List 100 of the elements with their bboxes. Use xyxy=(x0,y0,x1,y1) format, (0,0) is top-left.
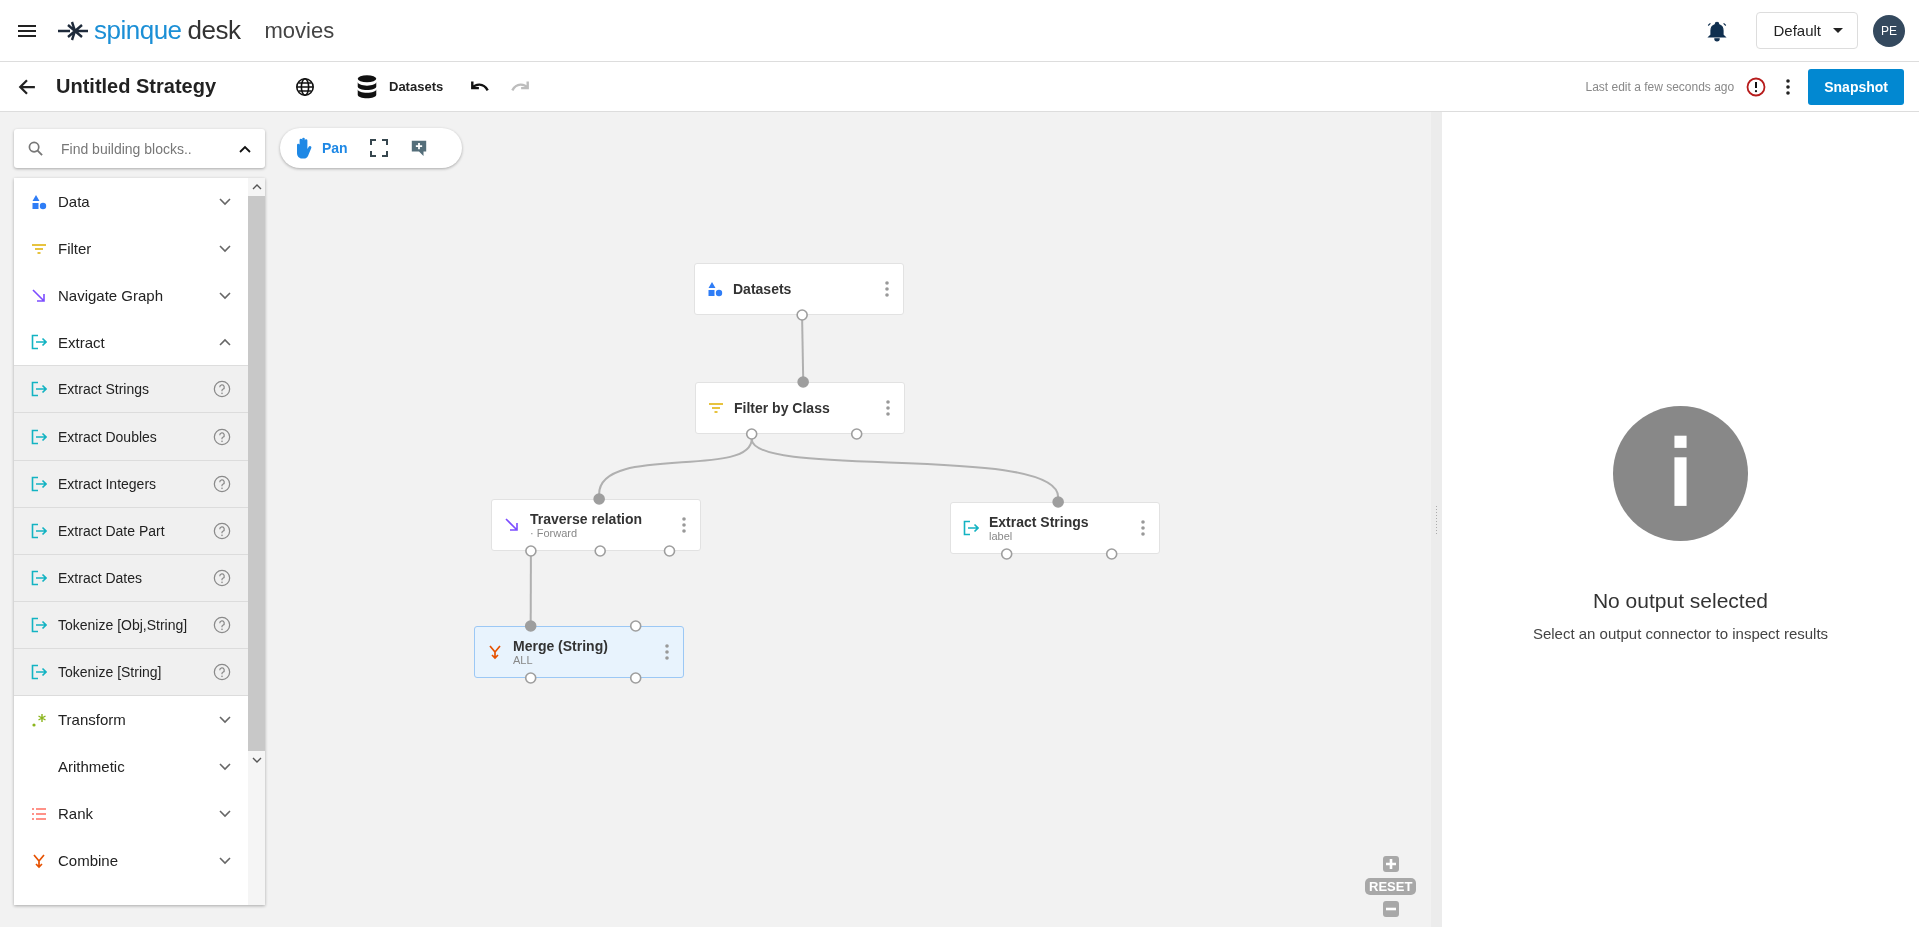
output-port[interactable] xyxy=(796,309,808,321)
brand-name: spinque xyxy=(94,15,182,46)
datasets-button[interactable]: Datasets xyxy=(357,74,444,99)
output-port[interactable] xyxy=(745,428,758,440)
bell-icon[interactable] xyxy=(1706,19,1729,42)
resize-handle[interactable] xyxy=(1431,112,1442,927)
node-subtitle: label xyxy=(989,530,1014,542)
node-subtitle: ALL xyxy=(513,654,534,666)
scrollbar[interactable] xyxy=(248,178,265,905)
chevron-icon[interactable] xyxy=(239,144,251,153)
search-icon xyxy=(28,141,43,156)
block-node[interactable]: Extract Strings label xyxy=(950,502,1160,554)
last-edit-text: Last edit a few seconds ago xyxy=(1585,79,1735,94)
exit-arrow-icon xyxy=(31,475,47,492)
exit-arrow-icon xyxy=(31,334,47,351)
category-item[interactable]: Rank xyxy=(14,790,248,838)
scroll-down-icon[interactable] xyxy=(251,757,262,763)
input-port[interactable] xyxy=(524,620,537,632)
chevron-icon xyxy=(219,856,231,865)
strategy-title: Untitled Strategy xyxy=(56,75,218,98)
output-port[interactable] xyxy=(594,545,606,557)
output-port[interactable] xyxy=(1105,548,1118,560)
output-port[interactable] xyxy=(525,545,537,557)
star-logo-icon xyxy=(58,20,88,41)
info-icon xyxy=(1613,406,1748,541)
input-port[interactable] xyxy=(1052,496,1064,508)
block-item[interactable]: Extract Dates xyxy=(14,554,248,602)
block-node[interactable]: Merge (String) ALL xyxy=(474,626,684,678)
block-item[interactable]: Extract Doubles xyxy=(14,413,248,461)
merge-arrow-icon xyxy=(487,644,503,660)
panel-title: No output selected xyxy=(1592,589,1769,613)
search-input[interactable]: Find building blocks.. xyxy=(59,139,223,158)
shapes-icon xyxy=(707,281,723,297)
block-item[interactable]: Extract Date Part xyxy=(14,507,248,555)
connector-line xyxy=(529,555,532,622)
chevron-icon xyxy=(219,762,231,771)
exit-arrow-icon xyxy=(31,616,47,633)
category-item[interactable]: Transform xyxy=(14,696,248,744)
block-item[interactable]: Tokenize [String] xyxy=(14,648,248,697)
category-item[interactable]: Navigate Graph xyxy=(14,272,248,320)
zoom-out-icon[interactable] xyxy=(1382,901,1399,917)
fit-screen-icon[interactable] xyxy=(369,139,388,157)
menu-icon[interactable] xyxy=(18,24,36,37)
filter-icon xyxy=(708,400,724,416)
snapshot-button[interactable]: Snapshot xyxy=(1808,68,1904,105)
node-title: Filter by Class xyxy=(734,400,831,416)
globe-icon[interactable] xyxy=(295,76,315,97)
output-port[interactable] xyxy=(524,672,537,684)
help-icon[interactable] xyxy=(213,380,231,399)
exit-arrow-icon xyxy=(31,664,47,680)
undo-icon[interactable] xyxy=(469,79,492,94)
user-avatar[interactable]: PE xyxy=(1873,14,1905,47)
block-item[interactable]: Extract Strings xyxy=(14,366,248,414)
list-icon xyxy=(31,805,47,822)
category-item[interactable]: Combine xyxy=(14,837,248,885)
input-port[interactable] xyxy=(629,620,642,632)
chevron-icon xyxy=(219,338,231,347)
block-node[interactable]: Traverse relation · Forward xyxy=(491,499,701,551)
help-icon[interactable] xyxy=(213,521,231,540)
back-arrow-icon[interactable] xyxy=(18,77,36,96)
help-icon[interactable] xyxy=(213,474,231,493)
block-node[interactable]: Datasets xyxy=(694,263,904,315)
category-item[interactable]: Filter xyxy=(14,225,248,273)
chevron-icon xyxy=(219,197,231,206)
exit-arrow-icon xyxy=(31,522,47,539)
search-bar[interactable]: Find building blocks.. xyxy=(14,129,265,168)
category-item[interactable]: Data xyxy=(14,178,248,226)
product-name: desk xyxy=(187,15,241,46)
exit-arrow-icon xyxy=(31,428,47,445)
profile-dropdown[interactable]: Default xyxy=(1756,12,1858,49)
database-icon xyxy=(357,74,377,99)
block-item[interactable]: Extract Integers xyxy=(14,460,248,508)
input-port[interactable] xyxy=(593,493,605,505)
more-icon[interactable] xyxy=(1786,78,1791,95)
help-icon[interactable] xyxy=(213,568,231,587)
block-node[interactable]: Filter by Class xyxy=(695,382,905,434)
help-icon[interactable] xyxy=(213,427,231,446)
output-port[interactable] xyxy=(850,428,863,440)
chevron-icon xyxy=(219,809,231,818)
error-icon[interactable] xyxy=(1746,76,1767,97)
output-port[interactable] xyxy=(629,672,642,684)
category-item[interactable]: Arithmetic xyxy=(14,743,248,791)
merge-arrow-icon xyxy=(31,852,47,869)
diagonal-arrow-icon xyxy=(31,287,47,304)
node-subtitle: · Forward xyxy=(530,527,579,539)
output-port[interactable] xyxy=(1000,548,1013,560)
help-icon[interactable] xyxy=(213,663,231,681)
help-icon[interactable] xyxy=(213,615,231,634)
chevron-icon xyxy=(219,291,231,300)
asterisk-icon xyxy=(31,711,47,728)
block-item[interactable]: Tokenize [Obj,String] xyxy=(14,601,248,649)
add-comment-icon[interactable] xyxy=(409,139,428,157)
chevron-icon xyxy=(219,244,231,253)
scroll-up-icon[interactable] xyxy=(251,184,262,190)
output-port[interactable] xyxy=(663,545,676,557)
zoom-in-icon[interactable] xyxy=(1382,856,1399,872)
node-title: Datasets xyxy=(733,281,793,297)
node-title: Extract Strings xyxy=(989,514,1090,530)
pan-button[interactable]: Pan xyxy=(294,137,348,159)
input-port[interactable] xyxy=(797,376,809,388)
